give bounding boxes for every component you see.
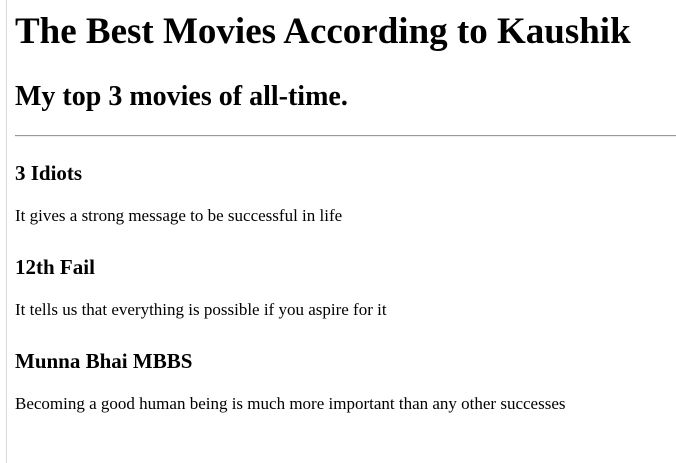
page: The Best Movies According to Kaushik My … — [0, 0, 676, 463]
movie-title: Munna Bhai MBBS — [15, 349, 193, 373]
movie-title: 12th Fail — [15, 255, 95, 279]
movie-description: Becoming a good human being is much more… — [15, 394, 566, 413]
horizontal-divider — [15, 135, 676, 137]
movie-description: It tells us that everything is possible … — [15, 300, 387, 319]
movie-item: Munna Bhai MBBS Becoming a good human be… — [15, 348, 676, 442]
page-title: The Best Movies According to Kaushik — [15, 11, 631, 52]
movie-title: 3 Idiots — [15, 161, 83, 185]
left-edge-rule — [6, 0, 7, 463]
movie-item: 12th Fail It tells us that everything is… — [15, 254, 676, 348]
page-subtitle: My top 3 movies of all-time. — [15, 81, 348, 112]
movie-item: 3 Idiots It gives a strong message to be… — [15, 160, 676, 254]
movie-list: 3 Idiots It gives a strong message to be… — [15, 160, 676, 442]
movie-description: It gives a strong message to be successf… — [15, 206, 343, 225]
